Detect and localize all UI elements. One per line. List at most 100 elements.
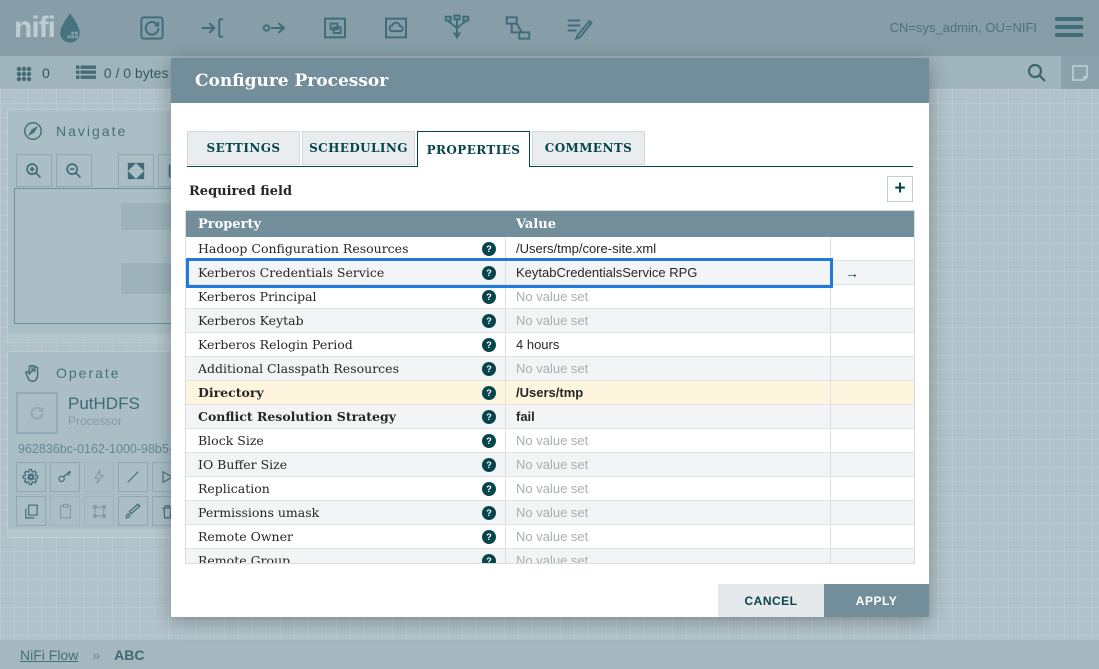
property-row[interactable]: Hadoop Configuration Resources ? /Users/… bbox=[186, 237, 914, 261]
nifi-logo: nifi bbox=[14, 11, 85, 45]
breadcrumb-root-link[interactable]: NiFi Flow bbox=[20, 647, 78, 663]
tab-settings[interactable]: SETTINGS bbox=[187, 131, 300, 165]
property-value[interactable]: No value set bbox=[506, 549, 831, 564]
goto-service-arrow[interactable] bbox=[831, 549, 914, 564]
goto-service-arrow[interactable] bbox=[831, 453, 914, 476]
goto-service-arrow[interactable] bbox=[831, 309, 914, 332]
property-value[interactable]: /Users/tmp/core-site.xml bbox=[506, 237, 831, 260]
current-user-label: CN=sys_admin, OU=NIFI bbox=[890, 20, 1037, 35]
output-port-icon[interactable] bbox=[259, 13, 289, 43]
property-name: Hadoop Configuration Resources bbox=[198, 241, 482, 256]
help-icon[interactable]: ? bbox=[482, 266, 496, 280]
goto-service-arrow[interactable]: → bbox=[831, 261, 914, 284]
help-icon[interactable]: ? bbox=[482, 554, 496, 565]
property-row[interactable]: Additional Classpath Resources ? No valu… bbox=[186, 357, 914, 381]
access-policies-button[interactable] bbox=[50, 462, 80, 492]
help-icon[interactable]: ? bbox=[482, 338, 496, 352]
property-row[interactable]: Kerberos Keytab ? No value set bbox=[186, 309, 914, 333]
help-icon[interactable]: ? bbox=[482, 410, 496, 424]
goto-service-arrow[interactable] bbox=[831, 477, 914, 500]
property-value[interactable]: fail bbox=[506, 405, 831, 428]
disable-button[interactable] bbox=[118, 462, 148, 492]
goto-service-arrow[interactable] bbox=[831, 501, 914, 524]
property-name: Kerberos Relogin Period bbox=[198, 337, 482, 352]
property-name: Permissions umask bbox=[198, 505, 482, 520]
goto-service-arrow[interactable] bbox=[831, 237, 914, 260]
property-value[interactable]: No value set bbox=[506, 357, 831, 380]
goto-service-arrow[interactable] bbox=[831, 285, 914, 308]
label-icon[interactable] bbox=[564, 13, 594, 43]
input-port-icon[interactable] bbox=[198, 13, 228, 43]
property-name: Kerberos Principal bbox=[198, 289, 482, 304]
configure-button[interactable] bbox=[16, 462, 46, 492]
goto-service-arrow[interactable] bbox=[831, 405, 914, 428]
property-value[interactable]: No value set bbox=[506, 453, 831, 476]
remote-process-group-icon[interactable] bbox=[381, 13, 411, 43]
property-row[interactable]: Kerberos Principal ? No value set bbox=[186, 285, 914, 309]
property-value[interactable]: No value set bbox=[506, 501, 831, 524]
enable-button[interactable] bbox=[84, 462, 114, 492]
property-value[interactable]: No value set bbox=[506, 525, 831, 548]
property-row[interactable]: Conflict Resolution Strategy ? fail bbox=[186, 405, 914, 429]
property-value[interactable]: /Users/tmp bbox=[506, 381, 831, 404]
property-value[interactable]: No value set bbox=[506, 477, 831, 500]
property-row[interactable]: Kerberos Credentials Service ? KeytabCre… bbox=[186, 261, 914, 285]
property-value[interactable]: KeytabCredentialsService RPG bbox=[506, 261, 831, 284]
funnel-icon[interactable] bbox=[442, 13, 472, 43]
help-icon[interactable]: ? bbox=[482, 506, 496, 520]
tab-properties[interactable]: PROPERTIES bbox=[417, 131, 530, 167]
property-value[interactable]: No value set bbox=[506, 429, 831, 452]
apply-button[interactable]: APPLY bbox=[824, 584, 929, 617]
navigate-panel-title: Navigate bbox=[56, 123, 127, 139]
help-icon[interactable]: ? bbox=[482, 386, 496, 400]
breadcrumb: NiFi Flow » ABC bbox=[0, 640, 1099, 669]
nifi-drop-icon bbox=[55, 11, 85, 45]
group-button[interactable] bbox=[84, 496, 114, 526]
help-icon[interactable]: ? bbox=[482, 482, 496, 496]
property-value[interactable]: No value set bbox=[506, 309, 831, 332]
property-value[interactable]: 4 hours bbox=[506, 333, 831, 356]
help-icon[interactable]: ? bbox=[482, 530, 496, 544]
zoom-out-button[interactable] bbox=[56, 154, 92, 187]
tab-comments[interactable]: COMMENTS bbox=[532, 131, 645, 165]
property-row[interactable]: Directory ? /Users/tmp bbox=[186, 381, 914, 405]
template-icon[interactable] bbox=[503, 13, 533, 43]
goto-service-arrow[interactable] bbox=[831, 525, 914, 548]
cancel-button[interactable]: CANCEL bbox=[718, 584, 824, 617]
help-icon[interactable]: ? bbox=[482, 362, 496, 376]
global-menu-icon[interactable] bbox=[1055, 17, 1083, 41]
search-icon[interactable] bbox=[1025, 61, 1049, 85]
selected-component-id[interactable]: 962836bc-0162-1000-98b5-f3 bbox=[18, 442, 183, 456]
processor-icon[interactable] bbox=[137, 13, 167, 43]
property-value[interactable]: No value set bbox=[506, 285, 831, 308]
goto-service-arrow[interactable] bbox=[831, 429, 914, 452]
help-icon[interactable]: ? bbox=[482, 242, 496, 256]
property-row[interactable]: Remote Group ? No value set bbox=[186, 549, 914, 564]
property-name: Remote Owner bbox=[198, 529, 482, 544]
process-group-icon[interactable] bbox=[320, 13, 350, 43]
bulletin-board-icon[interactable] bbox=[1061, 56, 1099, 89]
help-icon[interactable]: ? bbox=[482, 290, 496, 304]
help-icon[interactable]: ? bbox=[482, 434, 496, 448]
help-icon[interactable]: ? bbox=[482, 314, 496, 328]
tab-scheduling[interactable]: SCHEDULING bbox=[302, 131, 415, 165]
goto-service-arrow[interactable] bbox=[831, 381, 914, 404]
column-header-property: Property bbox=[186, 217, 506, 232]
zoom-in-button[interactable] bbox=[16, 154, 52, 187]
help-icon[interactable]: ? bbox=[482, 458, 496, 472]
add-property-button[interactable]: + bbox=[887, 176, 913, 202]
property-row[interactable]: Replication ? No value set bbox=[186, 477, 914, 501]
goto-service-arrow[interactable] bbox=[831, 333, 914, 356]
color-button[interactable] bbox=[118, 496, 148, 526]
paste-button[interactable] bbox=[50, 496, 80, 526]
property-row[interactable]: Kerberos Relogin Period ? 4 hours bbox=[186, 333, 914, 357]
property-row[interactable]: IO Buffer Size ? No value set bbox=[186, 453, 914, 477]
processor-type-icon bbox=[16, 392, 58, 434]
goto-service-arrow[interactable] bbox=[831, 357, 914, 380]
property-row[interactable]: Block Size ? No value set bbox=[186, 429, 914, 453]
copy-button[interactable] bbox=[16, 496, 46, 526]
app-header: nifi CN=sys_admin, OU=NIFI bbox=[0, 0, 1099, 56]
property-row[interactable]: Remote Owner ? No value set bbox=[186, 525, 914, 549]
zoom-fit-button[interactable] bbox=[118, 154, 154, 187]
property-row[interactable]: Permissions umask ? No value set bbox=[186, 501, 914, 525]
